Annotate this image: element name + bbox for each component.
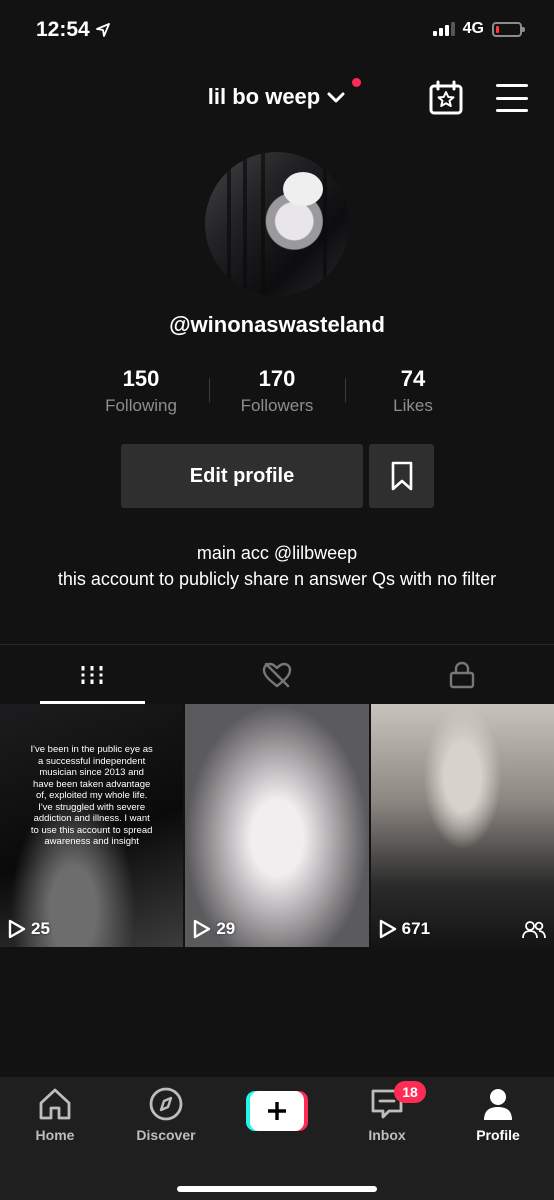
profile-handle: @winonaswasteland	[169, 312, 385, 337]
likes-stat[interactable]: 74 Likes	[345, 364, 481, 416]
profile-stats: 150 Following 170 Followers 74 Likes	[73, 364, 481, 416]
profile-screen: 12:54 4G lil bo weep @winonaswasteland 1…	[0, 0, 554, 1200]
nav-profile-label: Profile	[476, 1127, 520, 1143]
followers-count: 170	[258, 366, 296, 391]
inbox-badge: 18	[394, 1081, 426, 1103]
nav-discover-label: Discover	[136, 1127, 196, 1143]
bio-line: this account to publicly share n answer …	[57, 569, 497, 589]
status-indicators: 4G	[432, 20, 525, 38]
battery-level	[496, 25, 499, 33]
bookmark-icon	[391, 461, 412, 491]
network-type: 4G	[462, 20, 484, 37]
avatar[interactable]	[205, 152, 349, 296]
video-thumbnail[interactable]: I've been in the public eye as a success…	[0, 704, 184, 947]
notification-dot	[352, 78, 361, 87]
profile-header: lil bo weep	[0, 70, 554, 126]
nav-home[interactable]: Home	[10, 1087, 100, 1143]
favorites-button[interactable]	[369, 444, 434, 508]
bio-line: main acc @lilbweep	[196, 543, 358, 563]
view-count-text: 29	[216, 919, 236, 938]
profile-bio: main acc @lilbweep this account to publi…	[40, 540, 514, 592]
video-caption: I've been in the public eye as a success…	[30, 744, 153, 847]
create-video-button[interactable]	[246, 1091, 308, 1131]
nav-inbox-label: Inbox	[368, 1127, 406, 1143]
video-grid: I've been in the public eye as a success…	[0, 704, 554, 947]
likes-count: 74	[400, 366, 426, 391]
view-count: 25	[8, 919, 50, 939]
following-count: 150	[122, 366, 160, 391]
likes-label: Likes	[393, 396, 433, 415]
view-count-text: 671	[401, 919, 431, 938]
signal-icon	[432, 22, 455, 36]
video-thumbnail[interactable]: 29	[185, 704, 369, 947]
grid-icon	[80, 665, 105, 684]
tab-private[interactable]	[369, 645, 554, 704]
view-count-text: 25	[31, 919, 50, 938]
tab-videos[interactable]	[0, 645, 185, 704]
liked-videos-icon	[262, 662, 292, 687]
compass-icon	[149, 1087, 183, 1121]
calendar-star-icon[interactable]	[428, 80, 464, 116]
location-arrow-icon	[95, 23, 110, 37]
content-tabs	[0, 644, 554, 704]
lock-icon	[449, 661, 474, 688]
status-time-text: 12:54	[36, 18, 90, 41]
account-switcher[interactable]: lil bo weep	[0, 84, 554, 110]
home-icon	[39, 1088, 71, 1120]
video-thumbnail[interactable]: 671	[370, 704, 554, 947]
chevron-down-icon	[327, 92, 345, 103]
play-icon	[379, 919, 396, 939]
username-title: lil bo weep	[207, 84, 321, 109]
following-label: Following	[105, 396, 177, 415]
followers-stat[interactable]: 170 Followers	[209, 364, 345, 416]
status-time: 12:54	[36, 18, 110, 42]
play-icon	[8, 919, 26, 939]
status-bar: 12:54 4G	[0, 0, 554, 60]
bottom-nav: Home Discover Inbox 18 Profile	[0, 1077, 554, 1200]
tab-liked[interactable]	[185, 645, 370, 704]
nav-home-label: Home	[35, 1127, 75, 1143]
hamburger-menu-icon[interactable]	[496, 84, 528, 112]
profile-icon	[484, 1089, 512, 1120]
plus-icon	[268, 1102, 286, 1120]
view-count: 29	[193, 919, 235, 939]
play-icon	[194, 919, 211, 939]
view-count: 671	[379, 919, 430, 939]
battery-icon	[492, 21, 525, 37]
nav-discover[interactable]: Discover	[121, 1087, 211, 1143]
home-indicator	[177, 1186, 377, 1192]
nav-profile[interactable]: Profile	[453, 1087, 543, 1143]
edit-profile-button[interactable]: Edit profile	[121, 444, 363, 508]
friends-icon	[522, 921, 546, 939]
following-stat[interactable]: 150 Following	[73, 364, 209, 416]
followers-label: Followers	[240, 396, 314, 415]
